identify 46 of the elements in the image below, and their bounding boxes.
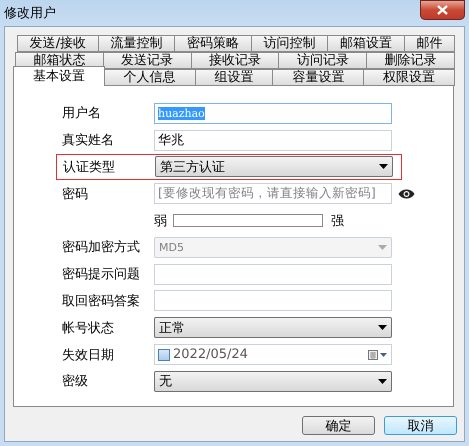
tab[interactable]: 邮件 xyxy=(404,35,456,52)
field-label: 真实姓名 xyxy=(62,132,115,150)
text-field[interactable] xyxy=(154,264,392,285)
field-label: 认证类型 xyxy=(63,158,116,176)
eye-icon[interactable] xyxy=(398,188,415,199)
weak-label: 弱 xyxy=(154,212,167,230)
window-title: 修改用户 xyxy=(4,5,56,22)
field-label: 密码加密方式 xyxy=(62,239,141,256)
field-label: 失效日期 xyxy=(62,346,115,364)
checkbox[interactable] xyxy=(158,348,170,361)
date-field[interactable]: 2022/05/24 xyxy=(154,344,392,366)
tab[interactable]: 权限设置 xyxy=(363,69,455,86)
dialog-button[interactable]: 取消 xyxy=(384,416,457,435)
field-label: 取回密码答案 xyxy=(62,292,141,310)
dropdown-arrow-icon[interactable] xyxy=(379,164,388,170)
tab[interactable]: 基本设置 xyxy=(13,66,105,86)
tab[interactable]: 发送/接收 xyxy=(17,35,99,52)
tab[interactable]: 容量设置 xyxy=(272,69,364,86)
tab[interactable]: 邮箱设置 xyxy=(327,35,405,52)
field-label: 密码提示问题 xyxy=(62,266,141,284)
password-field[interactable]: [要修改现有密码，请直接输入新密码] xyxy=(154,183,392,204)
tab[interactable]: 密码策略 xyxy=(174,35,252,52)
dropdown[interactable]: 正常 xyxy=(154,317,392,338)
tab[interactable]: 删除记录 xyxy=(366,52,455,69)
close-icon xyxy=(437,5,448,15)
calendar-icon[interactable] xyxy=(368,350,388,360)
text-field[interactable]: 华兆 xyxy=(154,130,392,151)
tab[interactable]: 接收记录 xyxy=(190,52,280,69)
field-label: 帐号状态 xyxy=(62,320,115,337)
tab[interactable]: 访问控制 xyxy=(250,35,328,52)
field-label: 用户名 xyxy=(62,105,102,122)
text-field[interactable] xyxy=(154,290,392,312)
dialog-button[interactable]: 确定 xyxy=(302,416,375,435)
tab[interactable]: 个人信息 xyxy=(104,69,196,86)
close-button[interactable] xyxy=(420,0,465,20)
dropdown[interactable]: 无 xyxy=(154,370,392,392)
strong-label: 强 xyxy=(331,212,344,230)
field-label: 密级 xyxy=(62,373,89,390)
tab[interactable]: 流量控制 xyxy=(98,35,176,52)
dropdown-arrow-icon[interactable] xyxy=(378,325,387,330)
tab[interactable]: 发送记录 xyxy=(102,52,192,69)
field-label: 密码 xyxy=(62,186,89,203)
dropdown-arrow-icon[interactable] xyxy=(378,378,387,384)
dropdown[interactable]: 第三方认证 xyxy=(155,156,393,178)
tab[interactable]: 组设置 xyxy=(194,69,274,86)
tab[interactable]: 访问记录 xyxy=(278,52,368,69)
